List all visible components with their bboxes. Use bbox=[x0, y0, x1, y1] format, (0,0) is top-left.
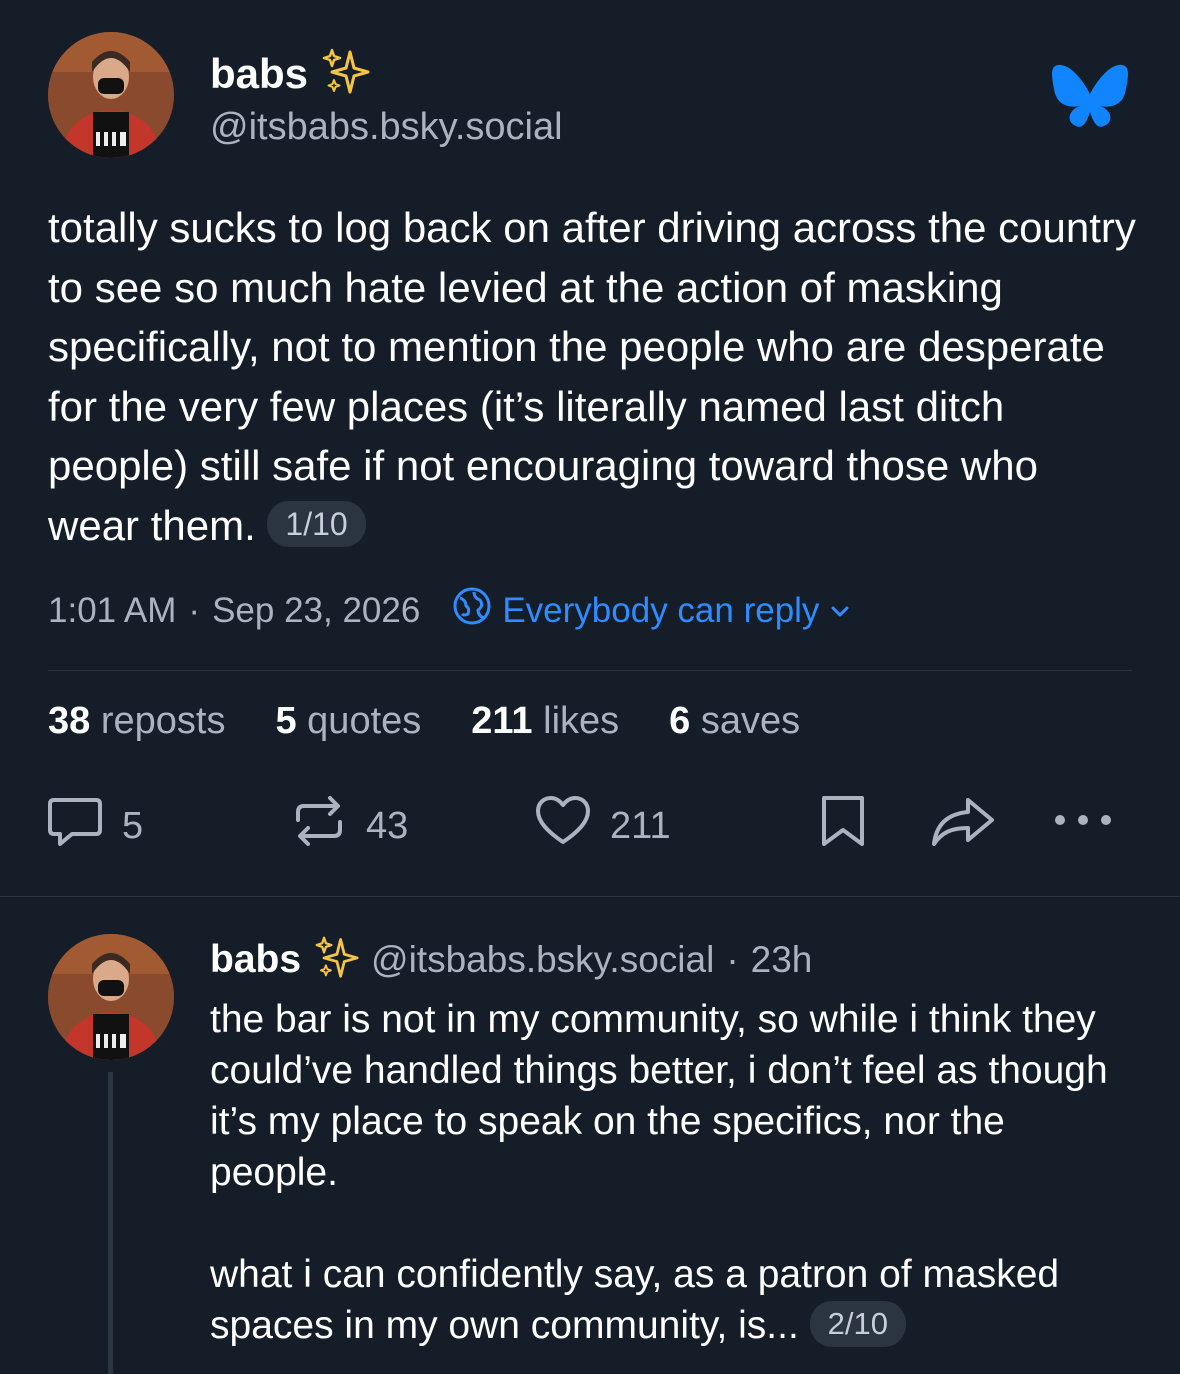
post-text: totally sucks to log back on after drivi… bbox=[48, 204, 1136, 549]
heart-icon bbox=[534, 792, 592, 860]
post-meta: 1:01 AM · Sep 23, 2026 Everybody can rep… bbox=[48, 586, 851, 635]
reply-author-handle[interactable]: @itsbabs.bsky.social bbox=[371, 939, 714, 981]
divider bbox=[48, 670, 1132, 671]
share-button[interactable] bbox=[930, 794, 996, 855]
reply-author-avatar[interactable] bbox=[48, 934, 174, 1060]
more-options-button[interactable] bbox=[1052, 808, 1114, 837]
reply-setting-label: Everybody can reply bbox=[502, 590, 820, 630]
reposts-stat[interactable]: 38 reposts bbox=[48, 700, 225, 743]
repost-icon bbox=[290, 792, 348, 860]
reply-author-name[interactable]: babs bbox=[210, 938, 301, 982]
globe-icon bbox=[452, 586, 492, 635]
reply-separator: · bbox=[726, 938, 739, 980]
more-dots-icon bbox=[1052, 815, 1114, 836]
thread-position-badge: 2/10 bbox=[809, 1300, 906, 1347]
engagement-stats: 38 reposts 5 quotes 211 likes 6 saves bbox=[48, 700, 800, 743]
author-avatar[interactable] bbox=[48, 32, 174, 158]
like-count: 211 bbox=[610, 804, 671, 847]
thread-position-badge: 1/10 bbox=[267, 501, 366, 548]
sparkles-icon bbox=[313, 934, 359, 985]
author-name[interactable]: babs bbox=[210, 46, 370, 98]
share-icon bbox=[930, 798, 996, 854]
reply-count: 5 bbox=[122, 804, 144, 847]
sparkles-icon bbox=[320, 48, 370, 97]
post-time: 1:01 AM bbox=[48, 590, 177, 630]
reply-text: the bar is not in my community, so while… bbox=[210, 994, 1140, 1351]
reply-header: babs @itsbabs.bsky.social · 23h bbox=[210, 934, 812, 985]
save-button[interactable] bbox=[818, 792, 868, 855]
reply-timestamp[interactable]: 23h bbox=[751, 939, 813, 981]
likes-stat[interactable]: 211 likes bbox=[471, 700, 619, 743]
repost-button[interactable]: 43 bbox=[290, 792, 408, 860]
meta-separator: · bbox=[188, 590, 201, 630]
reply-paragraph: what i can confidently say, as a patron … bbox=[210, 1253, 1060, 1347]
reply-button[interactable]: 5 bbox=[46, 792, 143, 860]
reply-paragraph: the bar is not in my community, so while… bbox=[210, 998, 1108, 1194]
author-handle[interactable]: @itsbabs.bsky.social bbox=[210, 106, 563, 149]
reply-setting-button[interactable]: Everybody can reply bbox=[452, 586, 851, 635]
post-date: Sep 23, 2026 bbox=[212, 590, 421, 630]
chevron-down-icon bbox=[829, 591, 851, 631]
quotes-stat[interactable]: 5 quotes bbox=[275, 700, 421, 743]
post-separator bbox=[0, 896, 1180, 897]
bookmark-icon bbox=[818, 796, 868, 854]
like-button[interactable]: 211 bbox=[534, 792, 671, 860]
saves-stat[interactable]: 6 saves bbox=[669, 700, 800, 743]
comment-icon bbox=[46, 792, 104, 860]
repost-count: 43 bbox=[366, 804, 409, 847]
thread-line bbox=[108, 1072, 113, 1374]
bluesky-butterfly-icon[interactable] bbox=[1052, 62, 1128, 135]
